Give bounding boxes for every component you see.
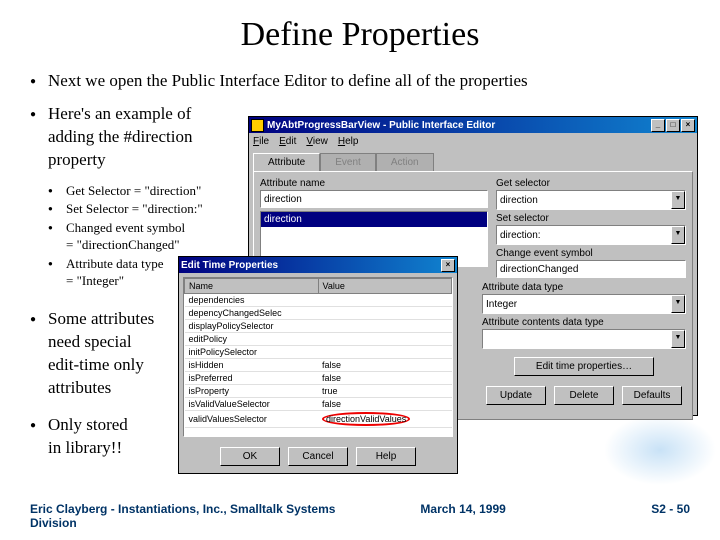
bullet-icon bbox=[30, 70, 48, 93]
chevron-down-icon[interactable]: ▼ bbox=[671, 191, 685, 209]
tab-action[interactable]: Action bbox=[376, 153, 434, 171]
close-button[interactable]: × bbox=[441, 259, 455, 272]
list-item[interactable]: direction bbox=[261, 212, 487, 227]
bullet-icon bbox=[30, 308, 48, 400]
window-title: MyAbtProgressBarView - Public Interface … bbox=[267, 120, 495, 131]
table-header: Name Value bbox=[185, 279, 452, 294]
close-button[interactable]: × bbox=[681, 119, 695, 132]
set-selector-combo[interactable]: direction:▼ bbox=[496, 225, 686, 245]
chevron-down-icon[interactable]: ▼ bbox=[671, 330, 685, 348]
bullet-icon bbox=[48, 255, 66, 290]
footer-page: S2 - 50 bbox=[566, 502, 690, 530]
bullet-text: Here's an example of adding the #directi… bbox=[48, 103, 240, 172]
bullet-text: Next we open the Public Interface Editor… bbox=[48, 70, 690, 93]
table-row[interactable]: isPropertytrue bbox=[185, 385, 452, 398]
menu-view[interactable]: View bbox=[306, 136, 328, 147]
footer-date: March 14, 1999 bbox=[360, 502, 566, 530]
defaults-button[interactable]: Defaults bbox=[622, 386, 682, 405]
table-row[interactable]: depencyChangedSelec bbox=[185, 307, 452, 320]
slide-title: Define Properties bbox=[30, 16, 690, 54]
get-selector-combo[interactable]: direction▼ bbox=[496, 190, 686, 210]
table-row[interactable]: initPolicySelector bbox=[185, 346, 452, 359]
bullet-icon bbox=[48, 200, 66, 218]
attr-type-combo[interactable]: Integer▼ bbox=[482, 294, 686, 314]
titlebar[interactable]: MyAbtProgressBarView - Public Interface … bbox=[249, 117, 697, 133]
menu-file[interactable]: File bbox=[253, 136, 269, 147]
footer: Eric Clayberg - Instantiations, Inc., Sm… bbox=[30, 502, 690, 530]
footer-author: Eric Clayberg - Instantiations, Inc., Sm… bbox=[30, 502, 360, 530]
edit-time-properties-button[interactable]: Edit time properties… bbox=[514, 357, 654, 376]
minimize-button[interactable]: _ bbox=[651, 119, 665, 132]
menu-help[interactable]: Help bbox=[338, 136, 359, 147]
bullet-icon bbox=[48, 182, 66, 200]
table-row[interactable]: displayPolicySelector bbox=[185, 320, 452, 333]
update-button[interactable]: Update bbox=[486, 386, 546, 405]
bullet-icon bbox=[48, 219, 66, 254]
attribute-name-field[interactable]: direction bbox=[260, 190, 488, 208]
change-event-field[interactable]: directionChanged bbox=[496, 260, 686, 278]
tabs: Attribute Event Action bbox=[249, 149, 697, 171]
chevron-down-icon[interactable]: ▼ bbox=[671, 295, 685, 313]
bullet-icon bbox=[30, 103, 48, 172]
ok-button[interactable]: OK bbox=[220, 447, 280, 466]
edit-time-properties-dialog: Edit Time Properties × Name Value depend… bbox=[178, 256, 458, 474]
label-attribute-name: Attribute name bbox=[260, 178, 488, 189]
label-change-event: Change event symbol bbox=[496, 248, 686, 259]
table-row[interactable]: editPolicy bbox=[185, 333, 452, 346]
bullet-2: Here's an example of adding the #directi… bbox=[30, 103, 240, 172]
menubar: File Edit View Help bbox=[249, 133, 697, 149]
label-set-selector: Set selector bbox=[496, 213, 686, 224]
titlebar[interactable]: Edit Time Properties × bbox=[179, 257, 457, 273]
properties-table[interactable]: Name Value dependencies depencyChangedSe… bbox=[183, 277, 453, 437]
app-icon bbox=[251, 119, 264, 132]
screenshot-area: MyAbtProgressBarView - Public Interface … bbox=[248, 116, 698, 476]
contents-type-combo[interactable]: ▼ bbox=[482, 329, 686, 349]
label-contents-type: Attribute contents data type bbox=[482, 317, 686, 328]
window-title: Edit Time Properties bbox=[181, 260, 278, 271]
label-get-selector: Get selector bbox=[496, 178, 686, 189]
help-button[interactable]: Help bbox=[356, 447, 416, 466]
bullet-icon bbox=[30, 414, 48, 460]
tab-event[interactable]: Event bbox=[320, 153, 376, 171]
label-attr-type: Attribute data type bbox=[482, 282, 686, 293]
table-row[interactable]: dependencies bbox=[185, 294, 452, 307]
cancel-button[interactable]: Cancel bbox=[288, 447, 348, 466]
table-row[interactable]: isHiddenfalse bbox=[185, 359, 452, 372]
table-row[interactable]: isValidValueSelectorfalse bbox=[185, 398, 452, 411]
chevron-down-icon[interactable]: ▼ bbox=[671, 226, 685, 244]
table-row[interactable]: isPreferredfalse bbox=[185, 372, 452, 385]
maximize-button[interactable]: □ bbox=[666, 119, 680, 132]
highlight-oval: directionValidValues bbox=[322, 412, 410, 426]
table-row-highlighted[interactable]: validValuesSelectordirectionValidValues bbox=[185, 411, 452, 428]
bullet-1: Next we open the Public Interface Editor… bbox=[30, 70, 690, 93]
delete-button[interactable]: Delete bbox=[554, 386, 614, 405]
tab-attribute[interactable]: Attribute bbox=[253, 153, 320, 171]
menu-edit[interactable]: Edit bbox=[279, 136, 296, 147]
